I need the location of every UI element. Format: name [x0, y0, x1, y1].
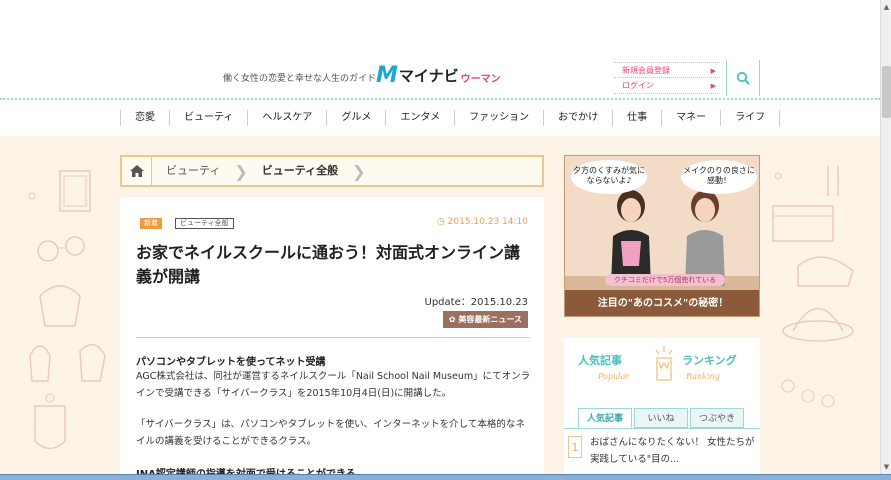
ranking-title-right: ランキング: [682, 354, 737, 367]
badge-icon: ✿: [448, 315, 456, 324]
chevron-right-icon: ❯: [352, 161, 366, 181]
ranking-subtitle-right: Ranking: [686, 372, 720, 381]
vertical-scrollbar[interactable]: ▲ ▼: [880, 0, 891, 474]
article-paragraph-1: AGC株式会社は、同社が運営するネイルスクール「Nail School Nail…: [136, 371, 531, 399]
register-link-label: 新規会員登録: [622, 66, 670, 75]
scroll-down-arrow-icon[interactable]: ▼: [881, 460, 891, 474]
nav-item-work[interactable]: 仕事: [612, 110, 661, 126]
scrollbar-thumb[interactable]: [882, 66, 891, 118]
divider: [136, 337, 530, 338]
ranking-title-left: 人気記事: [578, 354, 622, 367]
nav-item-love[interactable]: 恋愛: [120, 110, 169, 126]
ad-bubble-right: メイクのりの良さに感動！: [681, 160, 757, 194]
register-link[interactable]: 新規会員登録 ▶: [614, 62, 720, 78]
login-link-label: ログイン: [622, 81, 654, 90]
nav-item-outing[interactable]: おでかけ: [543, 110, 612, 126]
chevron-right-icon: ❯: [234, 161, 248, 181]
ad-bubble-left: 夕方のくすみが気にならないよ♪: [571, 160, 647, 194]
ranking-item-1[interactable]: おばさんになりたくない！ 女性たちが実践している"目の...: [590, 434, 758, 468]
home-icon: [129, 165, 144, 177]
nav-item-money[interactable]: マネー: [661, 110, 720, 126]
nav-item-gourmet[interactable]: グルメ: [326, 110, 385, 126]
ad-banner[interactable]: 夕方のくすみが気にならないよ♪ メイクのりの良さに感動！ クチコミだけで5万個売…: [564, 155, 760, 317]
logo-main-text: マイナビ: [398, 67, 459, 85]
nav-item-beauty[interactable]: ビューティ: [169, 110, 247, 126]
article-update: Update：2015.10.23: [424, 297, 528, 308]
top-blank-area: [0, 0, 880, 56]
rank-number: 1: [568, 436, 582, 458]
logo-mark: M: [376, 63, 398, 88]
tab-tweets[interactable]: つぶやき: [690, 408, 744, 428]
os-taskbar: [0, 474, 891, 480]
search-icon: [736, 71, 750, 85]
breadcrumb-home[interactable]: [122, 157, 152, 185]
ranking-widget: 人気記事 ランキング Popular Ranking 人気記事 いいね つぶやき…: [564, 338, 760, 474]
ad-bottom-text: 注目の"あのコスメ"の秘密！: [565, 290, 759, 316]
ad-person-left-image: [611, 190, 651, 286]
ranking-subtitle-left: Popular: [598, 372, 630, 381]
crown-icon: [655, 346, 673, 381]
nav-item-fashion[interactable]: ファッション: [454, 110, 543, 126]
tag-category[interactable]: ビューティ全般: [175, 218, 234, 229]
clock-icon: ◷: [436, 217, 445, 227]
tag-new: 新着: [140, 218, 162, 229]
article-date: ◷ 2015.10.23 14:10: [437, 217, 528, 227]
breadcrumb-item-beauty-general: ビューティ全般: [261, 164, 339, 177]
decorative-illustrations-left: [28, 170, 106, 450]
nav-list: 恋愛 ビューティ ヘルスケア グルメ エンタメ ファッション おでかけ 仕事 マ…: [120, 110, 781, 126]
ad-person-right-image: [685, 190, 725, 286]
breadcrumb: ビューティ ❯ ビューティ全般 ❯: [120, 155, 544, 187]
site-header: 働く女性の恋愛と幸せな人生のガイド M マイナビ ウーマン 新規会員登録 ▶ ログ…: [0, 56, 880, 100]
news-badge-label: 美容最新ニュース: [458, 315, 522, 324]
article-paragraph-2: 「サイバークラス」は、パソコンやタブレットを使い、インターネットを介して本格的な…: [136, 419, 525, 447]
tab-popular[interactable]: 人気記事: [578, 408, 632, 428]
main-nav: 恋愛 ビューティ ヘルスケア グルメ エンタメ ファッション おでかけ 仕事 マ…: [0, 102, 880, 136]
ad-strip: クチコミだけで5万個売れている: [605, 274, 725, 286]
decorative-illustrations-right: [772, 166, 854, 408]
article-title: お家でネイルスクールに通おう！対面式オンライン講義が開講: [136, 243, 521, 286]
site-tagline: 働く女性の恋愛と幸せな人生のガイド: [223, 74, 377, 84]
account-links: 新規会員登録 ▶ ログイン ▶: [614, 62, 720, 94]
ranking-tabs: 人気記事 いいね つぶやき: [578, 408, 746, 428]
article-card: 新着 ビューティ全般 ◷ 2015.10.23 14:10 お家でネイルスクール…: [120, 197, 544, 480]
tab-underline: [564, 428, 760, 429]
section-heading: パソコンやタブレットを使ってネット受講: [136, 357, 326, 368]
chevron-right-icon: ▶: [710, 67, 716, 75]
news-badge[interactable]: ✿ 美容最新ニュース: [442, 311, 528, 328]
logo-sub-text: ウーマン: [460, 74, 501, 85]
nav-item-life[interactable]: ライフ: [720, 110, 781, 126]
breadcrumb-item-beauty[interactable]: ビューティ: [152, 157, 234, 185]
nav-item-entertainment[interactable]: エンタメ: [385, 110, 454, 126]
nav-item-healthcare[interactable]: ヘルスケア: [247, 110, 326, 126]
search-button[interactable]: [726, 60, 760, 96]
site-logo[interactable]: M マイナビ ウーマン: [376, 63, 501, 88]
login-link[interactable]: ログイン ▶: [614, 78, 720, 94]
article-date-text: 2015.10.23 14:10: [447, 217, 528, 227]
chevron-right-icon: ▶: [710, 82, 716, 90]
tab-likes[interactable]: いいね: [634, 408, 688, 428]
scroll-up-arrow-icon[interactable]: ▲: [881, 0, 891, 14]
